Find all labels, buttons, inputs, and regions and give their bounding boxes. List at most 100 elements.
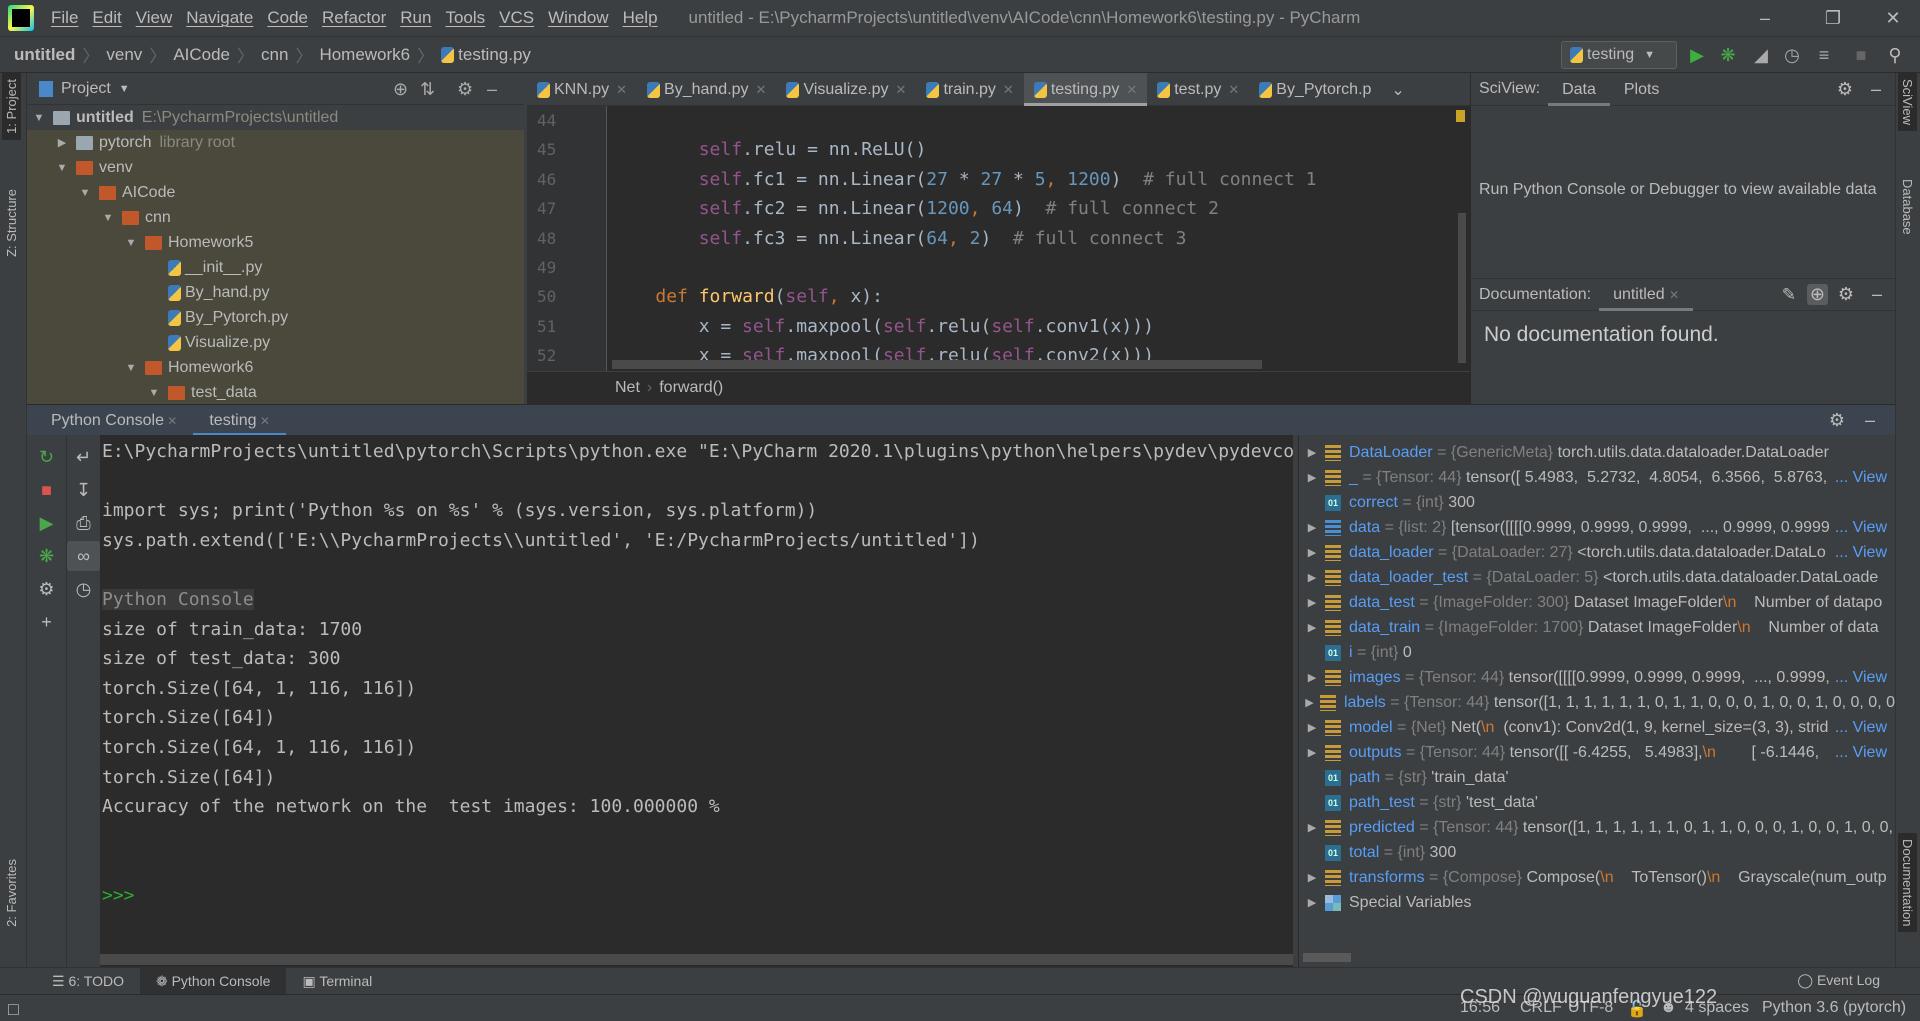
search-icon[interactable]: ⚲ [1884, 44, 1906, 66]
view-link[interactable]: ... View [1830, 718, 1887, 737]
collapse-all-icon[interactable]: ⇅ [420, 79, 435, 100]
gear-icon[interactable]: ⚙ [1838, 284, 1854, 305]
tree-item[interactable]: ▼ venv [27, 155, 524, 180]
expand-arrow-icon[interactable]: ▶ [1299, 821, 1325, 834]
breadcrumb-item[interactable]: untitled [14, 45, 75, 65]
tool-tab-sciview[interactable]: SciView [1898, 73, 1917, 132]
tree-item[interactable]: ▼ test_data [27, 380, 524, 404]
run-configuration-select[interactable]: testing ▼ [1561, 41, 1677, 69]
rerun-icon[interactable]: ↻ [27, 447, 66, 468]
code-area[interactable]: self.relu = nn.ReLU() self.fc1 = nn.Line… [612, 106, 1457, 371]
expanded-arrow-icon[interactable]: ▼ [100, 212, 116, 224]
variable-row[interactable]: ▶ data = {list: 2} [tensor([[[[0.9999, 0.… [1299, 515, 1895, 540]
variable-row[interactable]: ▶ data_loader_test = {DataLoader: 5} <tor… [1299, 565, 1895, 590]
tool-tab-database[interactable]: Database [1898, 173, 1917, 241]
warning-marker[interactable] [1456, 110, 1465, 122]
expand-arrow-icon[interactable]: ▶ [1299, 446, 1325, 459]
console-output[interactable]: E:\PycharmProjects\untitled\pytorch\Scri… [100, 435, 1293, 967]
menu-navigate[interactable]: Navigate [179, 8, 260, 28]
layout-toggle-icon[interactable]: □ [8, 999, 19, 1020]
hide-icon[interactable]: – [1872, 284, 1882, 305]
code-line[interactable] [612, 253, 1457, 282]
toolbar-6--todo[interactable]: ☰ 6: TODO [36, 968, 140, 995]
menu-edit[interactable]: Edit [85, 8, 128, 28]
web-icon[interactable]: ⊕ [1806, 284, 1828, 305]
variable-row[interactable]: ▶ DataLoader = {GenericMeta} torch.utils.… [1299, 440, 1895, 465]
tree-item[interactable]: ▼ AICode [27, 180, 524, 205]
expand-arrow-icon[interactable]: ▶ [1299, 721, 1325, 734]
code-line[interactable]: self.fc3 = nn.Linear(64, 2) # full conne… [612, 224, 1457, 253]
event-log-button[interactable]: ◯ Event Log [1797, 972, 1880, 989]
menu-help[interactable]: Help [616, 8, 665, 28]
execute-icon[interactable]: ▶ [27, 513, 66, 534]
menu-refactor[interactable]: Refactor [315, 8, 393, 28]
locate-icon[interactable]: ⊕ [393, 79, 408, 100]
gear-icon[interactable]: ⚙ [1829, 410, 1845, 431]
gear-icon[interactable]: ⚙ [457, 79, 473, 100]
breadcrumb-method[interactable]: forward() [659, 379, 723, 397]
editor-scrollbar[interactable] [1458, 213, 1466, 363]
close-button[interactable]: ✕ [1868, 4, 1918, 32]
expand-arrow-icon[interactable]: ▶ [1299, 871, 1325, 884]
variable-row[interactable]: ▶ data_test = {ImageFolder: 300} Dataset … [1299, 590, 1895, 615]
hide-icon[interactable]: – [487, 79, 497, 100]
tree-item[interactable]: By_hand.py [27, 280, 524, 305]
tree-item[interactable]: ▼ untitled E:\PycharmProjects\untitled [27, 105, 524, 130]
view-link[interactable]: ... View [1830, 743, 1887, 762]
breadcrumb-class[interactable]: Net [615, 379, 640, 397]
breadcrumb-item[interactable]: Homework6 [319, 45, 410, 65]
expand-arrow-icon[interactable]: ▶ [1299, 596, 1325, 609]
tab-untitled[interactable]: untitled ✕ [1599, 278, 1694, 311]
scroll-to-end-icon[interactable]: ↧ [67, 480, 100, 501]
toolbar-python-console[interactable]: ❁ Python Console [139, 967, 287, 995]
editor-horizontal-scrollbar[interactable] [612, 360, 1262, 369]
tab-data[interactable]: Data [1548, 73, 1610, 106]
tab-knn-py[interactable]: KNN.py ✕ [527, 73, 637, 106]
expand-arrow-icon[interactable]: ▶ [1299, 896, 1325, 909]
view-link[interactable]: ... View [1830, 668, 1887, 687]
tree-item[interactable]: __init__.py [27, 255, 524, 280]
variable-row[interactable]: 01 correct = {int} 300 [1299, 490, 1895, 515]
breadcrumb-item[interactable]: AICode [173, 45, 230, 65]
variable-row[interactable]: ▶ outputs = {Tensor: 44} tensor([[ -6.425… [1299, 740, 1895, 765]
close-icon[interactable]: ✕ [1669, 288, 1679, 302]
expanded-arrow-icon[interactable]: ▼ [146, 387, 162, 399]
variable-row[interactable]: 01 i = {int} 0 [1299, 640, 1895, 665]
code-line[interactable] [612, 106, 1457, 135]
tree-item[interactable]: ▼ cnn [27, 205, 524, 230]
gear-icon[interactable]: ⚙ [1837, 79, 1853, 100]
tab-by_hand-py[interactable]: By_hand.py ✕ [637, 73, 776, 106]
menu-file[interactable]: File [44, 8, 85, 28]
variable-row[interactable]: ▶ data_train = {ImageFolder: 1700} Datase… [1299, 615, 1895, 640]
breadcrumb-item[interactable]: cnn [261, 45, 288, 65]
expand-arrow-icon[interactable]: ▶ [1299, 746, 1325, 759]
close-icon[interactable]: ✕ [1003, 82, 1014, 98]
tool-tab-favorites[interactable]: 2: Favorites [2, 853, 21, 933]
close-icon[interactable]: ✕ [756, 82, 767, 98]
hide-icon[interactable]: – [1865, 410, 1875, 431]
close-icon[interactable]: ✕ [896, 82, 907, 98]
tab-plots[interactable]: Plots [1610, 73, 1674, 106]
variable-row[interactable]: ▶ Special Variables [1299, 890, 1895, 915]
tab-by_pytorch-p[interactable]: By_Pytorch.p [1249, 73, 1381, 106]
code-line[interactable]: self.fc2 = nn.Linear(1200, 64) # full co… [612, 194, 1457, 223]
close-icon[interactable]: ✕ [1126, 82, 1137, 98]
expand-arrow-icon[interactable]: ▶ [1299, 571, 1325, 584]
menu-view[interactable]: View [129, 8, 180, 28]
chevron-down-icon[interactable]: ▼ [119, 83, 130, 95]
expand-arrow-icon[interactable]: ▶ [1299, 671, 1325, 684]
settings-icon[interactable]: ⚙ [27, 579, 66, 600]
expanded-arrow-icon[interactable]: ▼ [123, 362, 139, 374]
code-line[interactable]: def forward(self, x): [612, 282, 1457, 311]
tab-testing-py[interactable]: testing.py ✕ [1023, 73, 1148, 106]
expanded-arrow-icon[interactable]: ▼ [77, 187, 93, 199]
variable-row[interactable]: ▶ predicted = {Tensor: 44} tensor([1, 1, … [1299, 815, 1895, 840]
expanded-arrow-icon[interactable]: ▼ [54, 162, 70, 174]
tool-tab-structure[interactable]: Z: Structure [2, 183, 21, 263]
variable-row[interactable]: 01 path = {str} 'train_data' [1299, 765, 1895, 790]
breadcrumb-item[interactable]: venv [106, 45, 142, 65]
add-icon[interactable]: + [27, 612, 66, 633]
menu-tools[interactable]: Tools [438, 8, 492, 28]
close-icon[interactable]: ✕ [616, 82, 627, 98]
variable-row[interactable]: ▶ transforms = {Compose} Compose(\n ToTen… [1299, 865, 1895, 890]
